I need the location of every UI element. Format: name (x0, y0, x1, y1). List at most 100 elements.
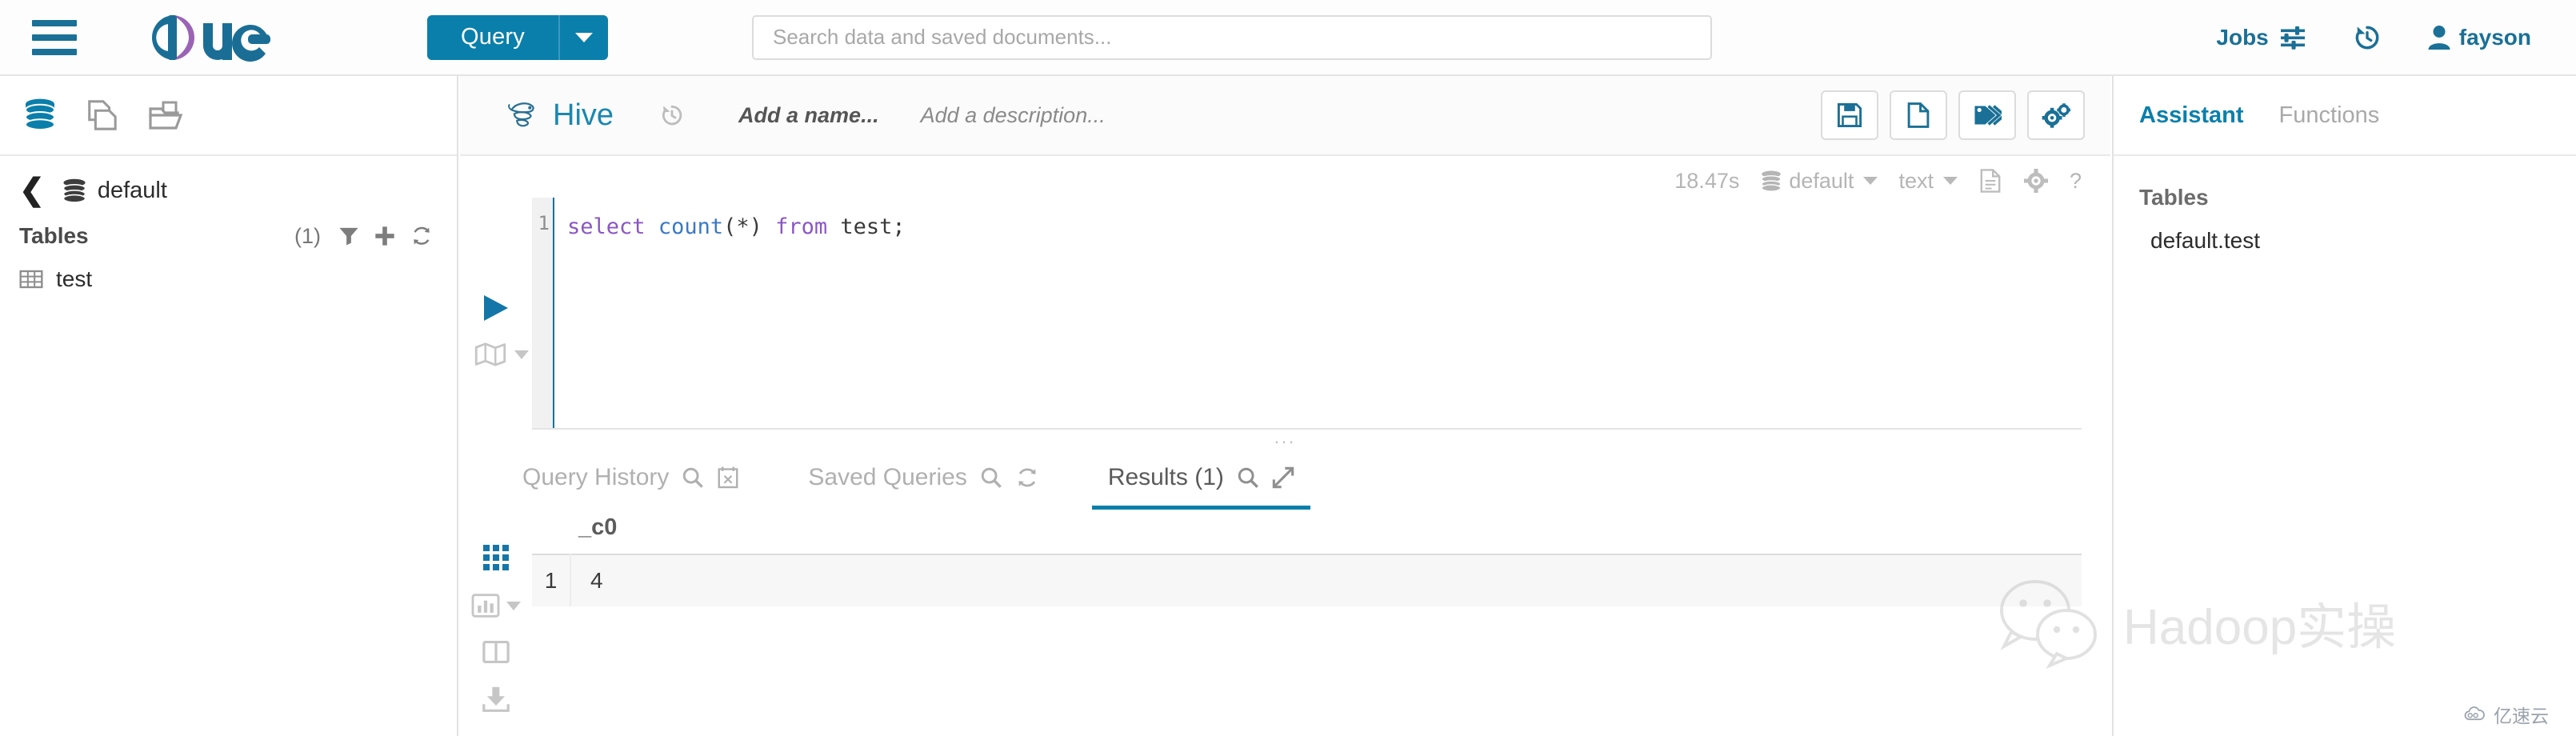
tables-section-actions: (1) (294, 224, 433, 249)
editor-settings-button[interactable] (2023, 168, 2049, 194)
search-icon[interactable] (682, 466, 704, 489)
query-description-input[interactable]: Add a description... (921, 103, 1106, 128)
search-input[interactable] (751, 14, 1712, 60)
map-icon (474, 342, 506, 366)
explain-query-button[interactable] (474, 342, 529, 367)
code-editor[interactable]: 1 select count(*) from test; (532, 198, 2082, 430)
top-navbar: Query Jobs (0, 0, 2576, 76)
hive-bee-icon (508, 102, 534, 127)
results-table: 1 4 (532, 554, 2082, 606)
download-icon (482, 686, 510, 712)
results-grid: _c0 1 4 (532, 510, 2110, 736)
results-column-header: _c0 (578, 514, 618, 540)
new-document-button[interactable] (1890, 90, 1947, 140)
tags-button[interactable] (1958, 90, 2016, 140)
query-log-button[interactable] (1978, 168, 2002, 194)
editor-history-button[interactable] (658, 102, 686, 129)
hamburger-menu-icon[interactable] (32, 19, 77, 55)
save-button[interactable] (1821, 90, 1878, 140)
tables-section-title: Tables (19, 223, 89, 248)
download-button[interactable] (482, 686, 510, 713)
plus-icon[interactable] (374, 225, 396, 247)
chevron-down-icon (1942, 177, 1958, 185)
tab-results-label: Results (1) (1107, 464, 1224, 490)
chevron-down-icon (574, 32, 593, 42)
tab-saved-queries-label: Saved Queries (808, 464, 967, 490)
query-button[interactable]: Query (427, 14, 558, 60)
hamburger-bar (32, 34, 77, 41)
history-clock-icon (2355, 26, 2379, 49)
tables-section-header: Tables (1) (0, 214, 457, 255)
history-nav-item[interactable] (2352, 22, 2382, 53)
settings-button[interactable] (2027, 90, 2085, 140)
hue-logo-icon (152, 14, 270, 62)
search-icon[interactable] (980, 466, 1002, 489)
hamburger-bar (32, 48, 77, 55)
tab-results[interactable]: Results (1) (1091, 464, 1310, 510)
grid-view-button[interactable] (482, 543, 510, 572)
documents-tab-icon[interactable] (85, 98, 118, 133)
right-assistant-panel: Assistant Functions Tables default.test (2112, 76, 2576, 736)
result-tabs: Query History Saved Queries Results (1) (460, 450, 2110, 510)
floppy-save-icon (1837, 102, 1862, 128)
query-dropdown-toggle[interactable] (558, 14, 608, 60)
breadcrumb-database-label[interactable]: default (98, 178, 167, 204)
run-query-button[interactable] (479, 292, 511, 328)
query-button-group[interactable]: Query (427, 14, 608, 60)
format-selector[interactable]: text (1898, 169, 1958, 194)
assistant-table-item[interactable]: default.test (2114, 210, 2576, 254)
chart-view-button[interactable] (471, 593, 521, 618)
navbar-right-actions: Jobs fayson (2216, 22, 2531, 53)
editor-pane: Hive Add a name... Add a description... (460, 76, 2110, 736)
tab-saved-queries[interactable]: Saved Queries (792, 464, 1054, 510)
jobs-nav-item[interactable]: Jobs (2216, 25, 2306, 50)
play-triangle-icon (484, 295, 508, 321)
gears-icon (2042, 103, 2070, 128)
pane-splitter-handle[interactable]: ... (460, 429, 2110, 450)
hamburger-bar (32, 19, 77, 26)
columns-view-button[interactable] (482, 639, 510, 665)
table-icon (19, 270, 43, 289)
help-button[interactable]: ? (2070, 169, 2082, 194)
sql-code-text[interactable]: select count(*) from test; (554, 198, 2082, 428)
sliders-icon (2280, 26, 2305, 50)
format-selector-label: text (1898, 168, 1934, 193)
row-cell-c0: 4 (570, 554, 2082, 606)
bar-chart-icon (471, 594, 500, 618)
jobs-label: Jobs (2216, 24, 2269, 50)
expand-arrows-icon[interactable] (1272, 466, 1294, 489)
tab-query-history[interactable]: Query History (506, 464, 755, 510)
refresh-icon[interactable] (410, 225, 433, 247)
browse-documents-icon[interactable] (147, 98, 186, 133)
sources-tab-database-icon[interactable] (24, 98, 56, 133)
calendar-x-icon[interactable] (717, 466, 739, 490)
gear-icon (2023, 168, 2049, 194)
row-index: 1 (532, 554, 571, 606)
tab-assistant[interactable]: Assistant (2139, 102, 2244, 129)
user-menu[interactable]: fayson (2427, 24, 2531, 51)
engine-selector[interactable]: Hive (505, 98, 614, 133)
chevron-left-icon[interactable]: ❮ (19, 175, 45, 206)
database-icon (62, 178, 86, 203)
editor-status-strip: 18.47s default text ? (460, 156, 2110, 198)
folder-open-icon (149, 101, 183, 130)
breadcrumb: ❮ default (0, 156, 457, 214)
left-sidebar: ❮ default Tables (1) test (0, 76, 458, 736)
editor-header-buttons (1821, 90, 2085, 140)
search-icon[interactable] (1237, 466, 1259, 489)
tab-functions[interactable]: Functions (2279, 102, 2380, 129)
sql-token-table: test; (827, 214, 906, 239)
table-row[interactable]: 1 4 (532, 554, 2082, 606)
engine-name-label: Hive (553, 98, 614, 132)
table-list-item[interactable]: test (0, 255, 457, 300)
chevron-down-icon (506, 601, 521, 610)
sql-token-function: count (658, 214, 724, 239)
filter-icon[interactable] (338, 226, 359, 246)
username-label: fayson (2458, 24, 2531, 50)
refresh-icon[interactable] (1015, 466, 1039, 490)
database-selector[interactable]: default (1760, 169, 1878, 194)
tables-count: (1) (294, 223, 321, 248)
chevron-down-icon (514, 350, 529, 359)
hue-logo[interactable] (147, 10, 315, 66)
query-name-input[interactable]: Add a name... (738, 103, 879, 128)
